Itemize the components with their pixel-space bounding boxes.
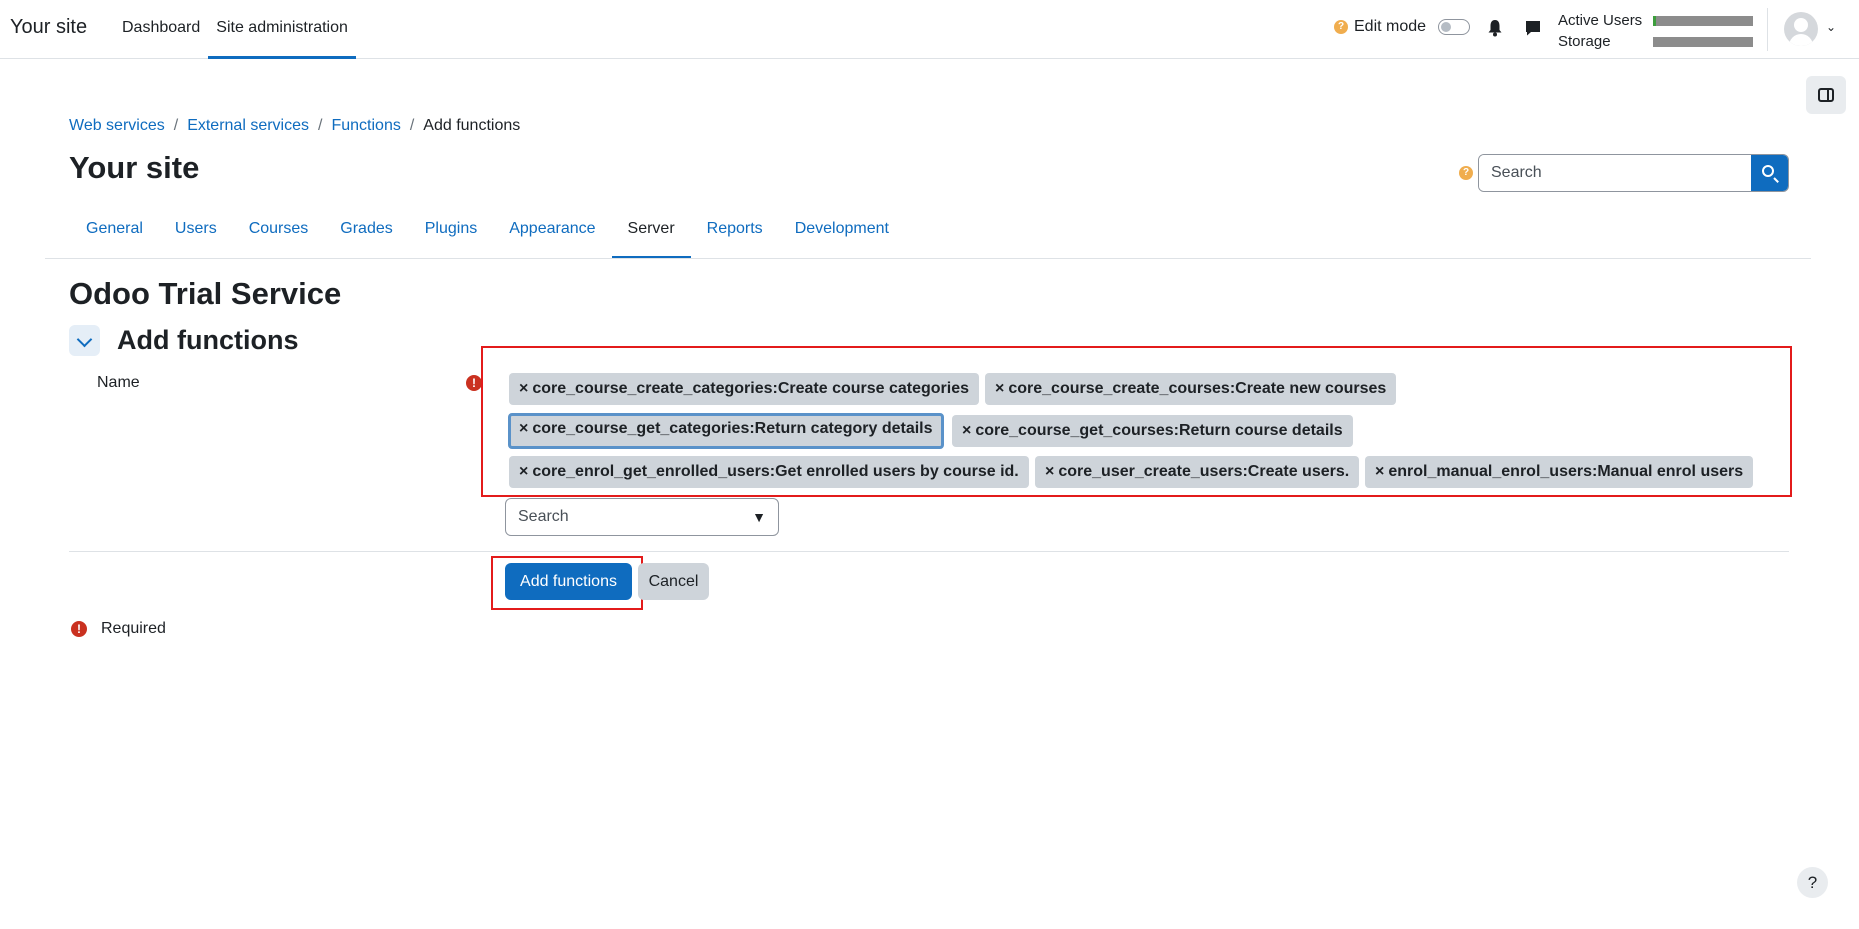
notifications-bell-icon[interactable] bbox=[1487, 19, 1503, 37]
edit-mode-toggle[interactable] bbox=[1438, 19, 1471, 35]
breadcrumb-separator: / bbox=[409, 117, 415, 134]
admin-search bbox=[1478, 154, 1789, 192]
edit-mode-label: Edit mode bbox=[1354, 18, 1427, 35]
selected-function-chip[interactable]: × core_course_create_categories:Create co… bbox=[509, 373, 980, 405]
chip-label: enrol_manual_enrol_users:Manual enrol us… bbox=[1388, 463, 1744, 480]
breadcrumb-functions[interactable]: Functions bbox=[331, 117, 400, 135]
remove-icon: × bbox=[1045, 463, 1055, 480]
cancel-button[interactable]: Cancel bbox=[638, 563, 709, 600]
tab-users[interactable]: Users bbox=[159, 214, 233, 259]
selected-function-chip[interactable]: × core_course_get_categories:Return categ… bbox=[508, 413, 944, 449]
breadcrumb-external-services[interactable]: External services bbox=[187, 117, 309, 135]
breadcrumb-web-services[interactable]: Web services bbox=[69, 117, 165, 135]
chip-label: core_enrol_get_enrolled_users:Get enroll… bbox=[532, 463, 1019, 480]
required-note-label: Required bbox=[101, 620, 166, 637]
active-users-bar bbox=[1653, 15, 1753, 26]
storage-bar bbox=[1653, 36, 1753, 47]
tab-courses[interactable]: Courses bbox=[233, 214, 325, 259]
search-help-icon[interactable]: ? bbox=[1459, 166, 1473, 180]
collapse-section-icon[interactable] bbox=[69, 325, 100, 356]
primary-navigation: Dashboard Site administration bbox=[114, 0, 356, 59]
nav-dashboard[interactable]: Dashboard bbox=[114, 0, 208, 59]
required-icon: ! bbox=[466, 375, 482, 391]
chip-label: core_course_get_categories:Return catego… bbox=[532, 420, 933, 437]
required-icon: ! bbox=[71, 621, 87, 637]
selected-function-chip[interactable]: × enrol_manual_enrol_users:Manual enrol u… bbox=[1365, 456, 1754, 488]
add-functions-button[interactable]: Add functions bbox=[505, 563, 632, 600]
function-search-placeholder: Search bbox=[518, 508, 569, 525]
section-header: Add functions bbox=[69, 325, 298, 356]
breadcrumb: Web services / External services / Funct… bbox=[69, 117, 520, 135]
admin-tabs: General Users Courses Grades Plugins App… bbox=[70, 214, 905, 259]
selected-function-chip[interactable]: × core_course_create_courses:Create new c… bbox=[985, 373, 1397, 405]
help-button[interactable]: ? bbox=[1797, 867, 1828, 898]
help-icon[interactable]: ? bbox=[1334, 20, 1348, 34]
required-note: ! Required bbox=[71, 620, 166, 638]
remove-icon: × bbox=[519, 380, 529, 397]
service-title: Odoo Trial Service bbox=[69, 276, 342, 311]
tabs-divider bbox=[45, 258, 1811, 259]
tab-appearance[interactable]: Appearance bbox=[493, 214, 611, 259]
tab-server[interactable]: Server bbox=[611, 214, 691, 259]
remove-icon: × bbox=[519, 420, 529, 437]
tab-development[interactable]: Development bbox=[779, 214, 905, 259]
selected-function-chip[interactable]: × core_course_get_courses:Return course d… bbox=[952, 415, 1353, 447]
user-avatar[interactable] bbox=[1784, 12, 1818, 46]
page-title: Your site bbox=[69, 150, 200, 185]
chip-label: core_user_create_users:Create users. bbox=[1058, 463, 1350, 480]
messages-chat-icon[interactable] bbox=[1524, 19, 1542, 37]
edit-mode-switch[interactable]: ? Edit mode bbox=[1334, 18, 1471, 36]
remove-icon: × bbox=[1375, 463, 1385, 480]
remove-icon: × bbox=[962, 422, 972, 439]
section-title: Add functions bbox=[117, 325, 299, 355]
top-navbar: Your site Dashboard Site administration … bbox=[0, 0, 1859, 59]
tab-reports[interactable]: Reports bbox=[691, 214, 779, 259]
chip-label: core_course_get_courses:Return course de… bbox=[975, 422, 1343, 439]
admin-search-button[interactable] bbox=[1751, 155, 1788, 191]
form-divider bbox=[69, 551, 1789, 552]
nav-site-administration[interactable]: Site administration bbox=[208, 0, 356, 59]
breadcrumb-separator: / bbox=[318, 117, 323, 134]
search-icon bbox=[1762, 165, 1774, 177]
navbar-divider bbox=[1767, 8, 1768, 51]
function-search-select[interactable]: Search ▼ bbox=[505, 498, 779, 536]
active-users-label: Active Users bbox=[1558, 12, 1643, 29]
remove-icon: × bbox=[995, 380, 1005, 397]
tab-plugins[interactable]: Plugins bbox=[409, 214, 493, 259]
storage-label: Storage bbox=[1558, 33, 1611, 50]
tab-grades[interactable]: Grades bbox=[324, 214, 408, 259]
site-brand[interactable]: Your site bbox=[10, 16, 87, 39]
chip-label: core_course_create_courses:Create new co… bbox=[1008, 380, 1387, 397]
chip-label: core_course_create_categories:Create cou… bbox=[532, 380, 970, 397]
chevron-down-icon[interactable]: ⌄ bbox=[1826, 20, 1836, 34]
breadcrumb-separator: / bbox=[173, 117, 179, 134]
selected-function-chip[interactable]: × core_user_create_users:Create users. bbox=[1035, 456, 1360, 488]
tab-general[interactable]: General bbox=[70, 214, 159, 259]
usage-stats: Active Users Storage bbox=[1558, 10, 1753, 52]
dropdown-arrow-icon: ▼ bbox=[752, 509, 766, 525]
name-field-label: Name bbox=[97, 374, 140, 391]
admin-search-input[interactable] bbox=[1479, 155, 1751, 191]
block-drawer-toggle-icon[interactable] bbox=[1806, 76, 1846, 114]
remove-icon: × bbox=[519, 463, 529, 480]
breadcrumb-current: Add functions bbox=[423, 117, 521, 134]
selected-function-chip[interactable]: × core_enrol_get_enrolled_users:Get enrol… bbox=[509, 456, 1029, 488]
